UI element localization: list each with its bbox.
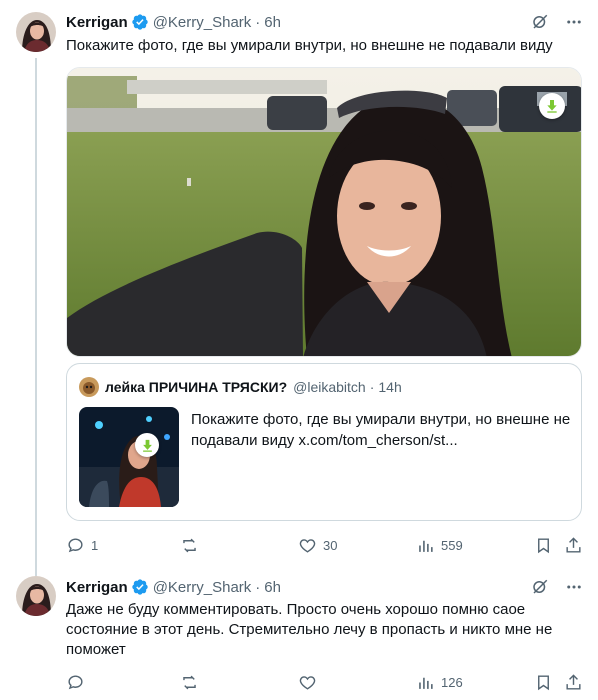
share-icon (566, 536, 581, 553)
share-button[interactable] (564, 672, 583, 692)
separator-dot: · (255, 578, 261, 596)
bookmark-icon (538, 537, 549, 553)
views-icon (419, 540, 433, 552)
views-count: 559 (441, 537, 463, 553)
grok-icon[interactable] (530, 577, 550, 597)
retweet-button[interactable] (180, 535, 199, 555)
reply-button[interactable] (66, 672, 91, 692)
share-button[interactable] (564, 535, 583, 555)
more-icon[interactable] (564, 12, 584, 32)
verified-badge-icon (131, 13, 149, 31)
quoted-timestamp[interactable]: 14h (378, 379, 401, 395)
reply-icon (68, 537, 83, 552)
separator-dot: · (255, 13, 261, 31)
tweet-action-bar: 1 30 559 (66, 535, 584, 555)
download-icon[interactable] (539, 93, 565, 119)
tweet-photo[interactable] (66, 67, 582, 357)
quoted-tweet-link[interactable]: x.com/tom_cherson/st... (298, 432, 457, 449)
tweet-text: Даже не буду комментировать. Просто очен… (66, 601, 553, 658)
tweet-1[interactable]: Kerrigan @Kerry_Shark · 6h Покажите фото… (0, 0, 598, 570)
retweet-icon (183, 538, 196, 552)
author-name[interactable]: Kerrigan (66, 14, 128, 31)
tweet-header: Kerrigan @Kerry_Shark · 6h (66, 577, 281, 597)
avatar[interactable] (16, 576, 56, 616)
author-handle[interactable]: @Kerry_Shark (153, 14, 252, 31)
retweet-icon (183, 675, 196, 689)
quoted-author-name[interactable]: лейка ПРИЧИНА ТРЯСКИ? (105, 379, 287, 395)
quoted-thumbnail[interactable] (79, 407, 179, 507)
reply-button[interactable]: 1 (66, 535, 98, 555)
grok-icon[interactable] (530, 12, 550, 32)
tweet-header: Kerrigan @Kerry_Shark · 6h (66, 12, 281, 32)
like-icon (299, 675, 316, 690)
views-button[interactable]: 559 (416, 535, 463, 555)
like-button[interactable]: 30 (298, 535, 337, 555)
quoted-avatar[interactable] (79, 377, 99, 397)
tweet-action-bar: 126 (66, 672, 584, 692)
author-handle[interactable]: @Kerry_Shark (153, 579, 252, 596)
quoted-tweet-text: Покажите фото, где вы умирали внутри, но… (191, 409, 573, 451)
tweet-2[interactable]: Kerrigan @Kerry_Shark · 6h Даже не буду … (0, 570, 598, 700)
retweet-button[interactable] (180, 672, 199, 692)
like-count: 30 (323, 537, 338, 553)
tweet-header-actions (530, 577, 584, 597)
like-button[interactable] (298, 672, 317, 692)
tweet-text: Покажите фото, где вы умирали внутри, но… (66, 37, 553, 54)
quoted-author-handle[interactable]: @leikabitch (293, 379, 366, 395)
bookmark-icon (538, 674, 549, 690)
share-icon (566, 673, 581, 690)
timestamp[interactable]: 6h (264, 579, 281, 596)
verified-badge-icon (131, 578, 149, 596)
author-name[interactable]: Kerrigan (66, 579, 128, 596)
separator-dot: · (369, 379, 375, 395)
views-icon (419, 677, 433, 689)
timestamp[interactable]: 6h (264, 14, 281, 31)
views-count: 126 (441, 674, 463, 690)
tweet-header-actions (530, 12, 584, 32)
more-icon[interactable] (564, 577, 584, 597)
bookmark-button[interactable] (534, 535, 553, 555)
download-icon[interactable] (135, 433, 159, 457)
reply-count: 1 (91, 537, 99, 553)
like-icon (299, 538, 316, 553)
quoted-tweet-header: лейка ПРИЧИНА ТРЯСКИ? @leikabitch · 14h (79, 377, 402, 397)
quoted-tweet[interactable]: лейка ПРИЧИНА ТРЯСКИ? @leikabitch · 14h … (66, 363, 582, 521)
views-button[interactable]: 126 (416, 672, 463, 692)
bookmark-button[interactable] (534, 672, 553, 692)
avatar[interactable] (16, 12, 56, 52)
reply-icon (68, 674, 83, 689)
